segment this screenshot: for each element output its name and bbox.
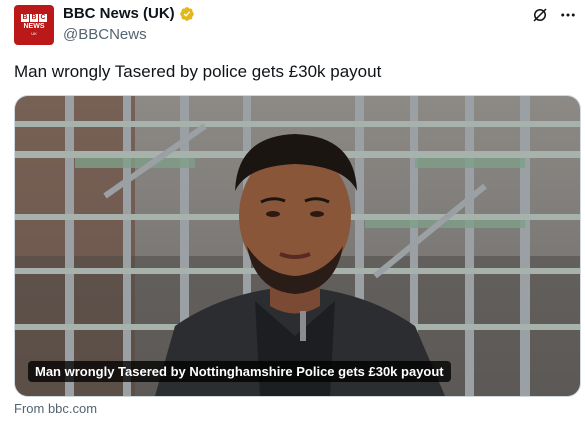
author-handle[interactable]: @BBCNews bbox=[63, 26, 147, 43]
grok-icon[interactable] bbox=[531, 6, 549, 24]
author-name-text: BBC News (UK) bbox=[63, 5, 175, 22]
avatar[interactable]: BBC NEWS UK bbox=[14, 5, 54, 45]
more-icon[interactable] bbox=[559, 6, 577, 24]
verified-badge-icon bbox=[179, 6, 194, 21]
author-name[interactable]: BBC News (UK) bbox=[63, 5, 195, 22]
card-source-link[interactable]: From bbc.com bbox=[14, 401, 97, 416]
link-card[interactable]: Man wrongly Tasered by Nottinghamshire P… bbox=[14, 95, 581, 397]
avatar-news-label: NEWS bbox=[23, 23, 45, 30]
tweet-text: Man wrongly Tasered by police gets £30k … bbox=[14, 62, 382, 81]
avatar-region-label: UK bbox=[31, 31, 37, 36]
bbc-logo: BBC bbox=[21, 14, 47, 22]
card-photo bbox=[15, 96, 580, 396]
card-caption: Man wrongly Tasered by Nottinghamshire P… bbox=[28, 361, 451, 382]
